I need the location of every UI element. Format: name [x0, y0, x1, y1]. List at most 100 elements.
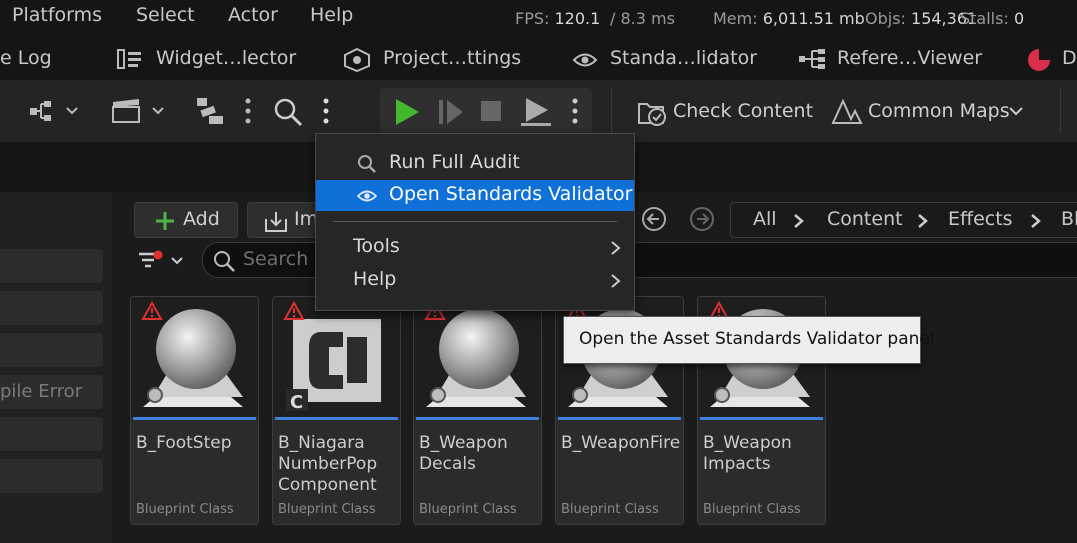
source-field[interactable] [0, 291, 103, 325]
asset-tile[interactable]: B_Weapon Decals Blueprint Class [413, 296, 542, 525]
eject-possess-icon[interactable] [520, 97, 552, 127]
asset-type: Blueprint Class [419, 502, 517, 517]
search-placeholder: Search E [243, 248, 327, 270]
memory-stat: Mem: 6,011.51 mb [713, 9, 865, 28]
asset-type-bar [133, 417, 256, 420]
asset-tile[interactable]: B_FootStep Blueprint Class [130, 296, 259, 525]
menu-select[interactable]: Select [136, 4, 195, 26]
menu-platforms[interactable]: Platforms [12, 4, 102, 26]
asset-type: Blueprint Class [136, 502, 234, 517]
plus-icon [156, 212, 174, 230]
source-field[interactable] [0, 417, 103, 451]
source-field[interactable] [0, 333, 103, 367]
asset-type-bar [558, 417, 681, 420]
widget-reflector-icon [117, 49, 141, 69]
source-field[interactable]: pile Error [0, 375, 103, 409]
menu-actor[interactable]: Actor [228, 4, 278, 26]
play-controls [380, 88, 592, 134]
menu-item-label: Tools [353, 235, 400, 257]
tab-reference-viewer[interactable]: Refere…Viewer [837, 47, 982, 69]
reference-viewer-icon [799, 49, 825, 69]
toolbar-divider [1060, 88, 1061, 134]
search-icon [358, 155, 376, 173]
toolbar-dropdown-menu: Run Full Audit Open Standards Validator … [315, 133, 635, 311]
asset-name: B_Weapon Decals [419, 433, 508, 474]
svg-text:C: C [290, 392, 303, 413]
source-field[interactable] [0, 459, 103, 493]
blueprint-mode-icon[interactable] [30, 100, 82, 122]
add-button-label: Add [183, 208, 220, 230]
filter-icon[interactable] [138, 249, 186, 273]
common-maps-icon [831, 99, 863, 124]
project-settings-icon [344, 48, 370, 72]
warning-icon [141, 301, 163, 320]
menu-item-label: Run Full Audit [389, 151, 520, 173]
tooltip-text: Open the Asset Standards Validator panel [579, 329, 935, 349]
add-button[interactable]: Add [134, 202, 238, 238]
asset-type: Blueprint Class [703, 502, 801, 517]
breadcrumb: All Content Effects Bl [730, 202, 1077, 238]
more-options-icon[interactable] [572, 98, 578, 124]
tooltip: Open the Asset Standards Validator panel [563, 316, 935, 364]
eye-icon [357, 190, 377, 202]
forward-arrow-icon[interactable] [689, 206, 715, 232]
sources-panel: pile Error [0, 192, 112, 543]
toolbar-divider [611, 88, 612, 134]
asset-type-bar [275, 417, 398, 420]
breadcrumb-item[interactable]: Effects [948, 208, 1013, 230]
more-options-icon[interactable] [323, 98, 329, 124]
chevron-down-icon[interactable] [1008, 106, 1024, 118]
tab-widget-reflector[interactable]: Widget…lector [156, 47, 296, 69]
fps-stat: FPS: 120.1 [515, 9, 601, 28]
menu-item-open-standards-validator[interactable]: Open Standards Validator [316, 180, 634, 211]
tab-bar: e Log Widget…lector Project…ttings Stand… [0, 36, 1077, 80]
menu-item-label: Open Standards Validator [389, 183, 633, 205]
chevron-right-icon [611, 241, 621, 255]
asset-tile[interactable]: C B_Niagara NumberPop Component Blueprin… [272, 296, 401, 525]
stop-icon[interactable] [480, 100, 502, 122]
play-icon[interactable] [394, 98, 420, 126]
menu-item-run-full-audit[interactable]: Run Full Audit [316, 148, 634, 178]
common-maps-button[interactable]: Common Maps [868, 100, 1010, 122]
submenu-help[interactable]: Help [316, 265, 634, 295]
asset-type: Blueprint Class [561, 502, 659, 517]
check-content-button[interactable]: Check Content [673, 100, 813, 122]
warning-icon [283, 301, 305, 320]
chevron-right-icon [611, 274, 621, 288]
menu-bar: Platforms Select Actor Help FPS: 120.1 /… [0, 0, 1077, 36]
asset-type-bar [416, 417, 539, 420]
menu-separator [333, 221, 617, 222]
breadcrumb-item[interactable]: Bl [1061, 208, 1077, 230]
build-icon[interactable] [195, 96, 227, 126]
back-arrow-icon[interactable] [641, 206, 667, 232]
pie-chart-icon [1028, 49, 1050, 71]
more-options-icon[interactable] [245, 98, 251, 124]
advance-frame-icon[interactable] [438, 99, 464, 125]
submenu-tools[interactable]: Tools [316, 232, 634, 262]
check-content-icon [638, 103, 666, 126]
import-icon [265, 212, 287, 232]
chevron-right-icon [1031, 214, 1041, 228]
stalls-stat: Stalls: 0 [960, 9, 1025, 28]
chevron-right-icon [918, 214, 928, 228]
tab-truncated[interactable]: D [1062, 47, 1077, 69]
tab-output-log[interactable]: e Log [0, 47, 52, 69]
asset-name: B_WeaponFire [561, 433, 681, 453]
tab-project-settings[interactable]: Project…ttings [383, 47, 521, 69]
asset-type-bar [700, 417, 823, 420]
eye-icon [572, 53, 598, 67]
chevron-right-icon [794, 214, 804, 228]
breadcrumb-item[interactable]: All [753, 208, 777, 230]
source-field[interactable] [0, 249, 103, 283]
breadcrumb-item[interactable]: Content [827, 208, 903, 230]
import-button[interactable]: Im [247, 202, 319, 238]
asset-type: Blueprint Class [278, 502, 376, 517]
asset-name: B_FootStep [136, 433, 232, 453]
cinematics-clapper-icon[interactable] [112, 97, 164, 125]
tab-standards-validator[interactable]: Standa…lidator [610, 47, 757, 69]
asset-name: B_Niagara NumberPop Component [278, 433, 378, 495]
menu-help[interactable]: Help [310, 4, 353, 26]
search-icon[interactable] [273, 97, 303, 127]
menu-item-label: Help [353, 268, 397, 290]
asset-name: B_Weapon Impacts [703, 433, 792, 474]
